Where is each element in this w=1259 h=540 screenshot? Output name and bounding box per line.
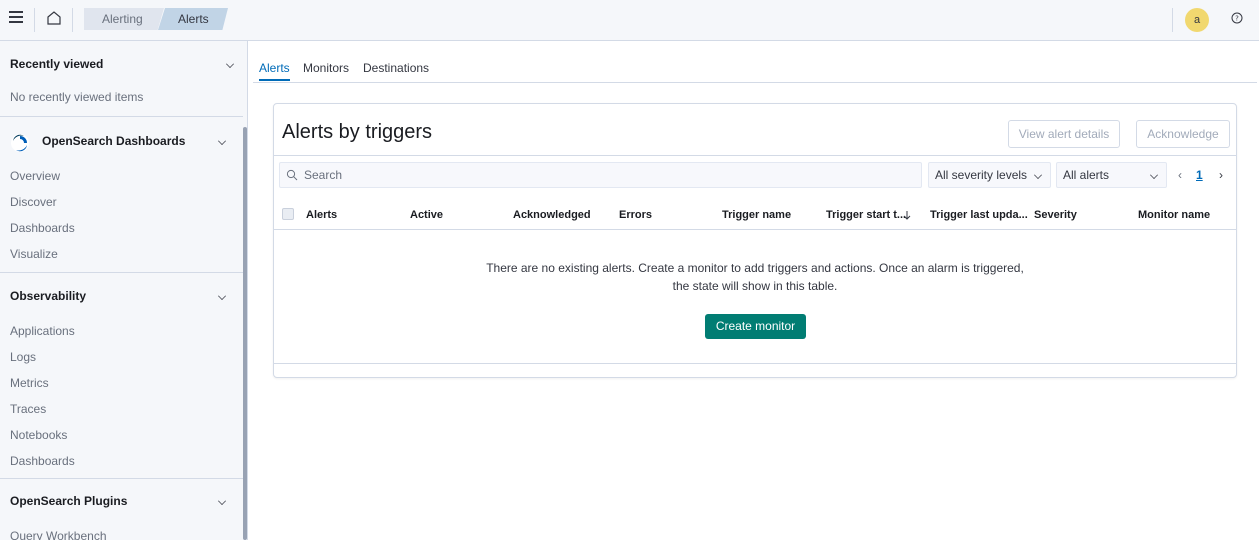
- search-bar[interactable]: [279, 162, 922, 188]
- column-severity[interactable]: Severity: [1034, 209, 1077, 221]
- tabs-divider: [253, 82, 1257, 83]
- table-footer-divider: [274, 363, 1236, 364]
- column-errors[interactable]: Errors: [619, 209, 652, 221]
- column-trigger-name[interactable]: Trigger name: [722, 209, 791, 221]
- severity-select[interactable]: All severity levels: [928, 162, 1051, 188]
- nav-applications[interactable]: Applications: [10, 323, 75, 339]
- observability-title: Observability: [10, 289, 87, 303]
- view-alert-details-button[interactable]: View alert details: [1008, 120, 1120, 148]
- nav-discover[interactable]: Discover: [10, 194, 57, 210]
- opensearch-dashboards-title: OpenSearch Dashboards: [42, 134, 186, 148]
- next-page-icon[interactable]: ›: [1219, 166, 1223, 184]
- create-monitor-button[interactable]: Create monitor: [705, 314, 806, 339]
- divider: [0, 478, 243, 479]
- recently-viewed-header[interactable]: Recently viewed: [10, 54, 238, 74]
- svg-text:?: ?: [1235, 15, 1239, 23]
- page-number[interactable]: 1: [1196, 166, 1203, 184]
- nav-metrics[interactable]: Metrics: [10, 375, 49, 391]
- chevron-down-icon: [226, 60, 234, 68]
- alerts-panel: Alerts by triggers View alert details Ac…: [273, 103, 1237, 378]
- nav-traces[interactable]: Traces: [10, 401, 46, 417]
- header-divider: [72, 8, 73, 32]
- select-all-checkbox[interactable]: [282, 208, 294, 220]
- search-input[interactable]: [304, 166, 904, 184]
- breadcrumb-alerting[interactable]: Alerting: [84, 8, 164, 30]
- home-icon[interactable]: [46, 10, 62, 26]
- empty-state-line-1: There are no existing alerts. Create a m…: [486, 261, 1024, 275]
- menu-icon[interactable]: [9, 11, 23, 25]
- acknowledge-button[interactable]: Acknowledge: [1136, 120, 1230, 148]
- top-header: Alerting Alerts a ?: [0, 0, 1259, 41]
- chevron-down-icon: [1034, 171, 1042, 179]
- breadcrumb-alerts: Alerts: [158, 8, 228, 30]
- nav-notebooks[interactable]: Notebooks: [10, 427, 67, 443]
- nav-visualize[interactable]: Visualize: [10, 246, 58, 262]
- opensearch-logo-icon: [11, 134, 29, 152]
- column-monitor-name[interactable]: Monitor name: [1138, 209, 1210, 221]
- panel-title: Alerts by triggers: [282, 121, 433, 143]
- observability-header[interactable]: Observability: [10, 286, 238, 306]
- no-recent-items-text: No recently viewed items: [10, 90, 144, 104]
- sort-down-icon[interactable]: [902, 210, 912, 220]
- column-acknowledged[interactable]: Acknowledged: [513, 209, 591, 221]
- alert-state-select-value: All alerts: [1063, 168, 1110, 182]
- column-trigger-start-time[interactable]: Trigger start t...: [826, 209, 906, 221]
- panel-divider: [274, 155, 1236, 156]
- severity-select-value: All severity levels: [935, 168, 1028, 182]
- chevron-down-icon: [218, 137, 226, 145]
- tab-alerts[interactable]: Alerts: [259, 57, 290, 81]
- chevron-down-icon: [218, 292, 226, 300]
- chevron-down-icon: [218, 497, 226, 505]
- opensearch-plugins-header[interactable]: OpenSearch Plugins: [10, 491, 238, 511]
- empty-state-line-2: the state will show in this table.: [672, 279, 838, 293]
- help-icon[interactable]: ?: [1231, 12, 1243, 24]
- header-divider: [34, 8, 35, 32]
- nav-dashboards[interactable]: Dashboards: [10, 220, 75, 236]
- chevron-down-icon: [1150, 171, 1158, 179]
- opensearch-plugins-title: OpenSearch Plugins: [10, 494, 128, 508]
- nav-overview[interactable]: Overview: [10, 168, 60, 184]
- divider: [0, 116, 243, 117]
- sidebar-scrollbar[interactable]: [243, 127, 247, 540]
- avatar[interactable]: a: [1185, 8, 1209, 32]
- header-divider: [1172, 8, 1173, 32]
- tab-destinations[interactable]: Destinations: [363, 57, 429, 79]
- nav-query-workbench[interactable]: Query Workbench: [10, 528, 107, 540]
- nav-observability-dashboards[interactable]: Dashboards: [10, 453, 75, 469]
- previous-page-icon[interactable]: ‹: [1178, 166, 1182, 184]
- side-nav: Recently viewed No recently viewed items…: [0, 41, 248, 540]
- recently-viewed-title: Recently viewed: [10, 57, 104, 71]
- column-active[interactable]: Active: [410, 209, 443, 221]
- table-header-divider: [274, 229, 1236, 230]
- opensearch-dashboards-header[interactable]: OpenSearch Dashboards: [42, 131, 238, 151]
- search-icon: [286, 169, 298, 181]
- divider: [0, 272, 243, 273]
- nav-logs[interactable]: Logs: [10, 349, 36, 365]
- empty-state-message: There are no existing alerts. Create a m…: [274, 259, 1236, 295]
- tab-monitors[interactable]: Monitors: [303, 57, 349, 79]
- alert-state-select[interactable]: All alerts: [1056, 162, 1167, 188]
- column-alerts[interactable]: Alerts: [306, 209, 337, 221]
- column-trigger-last-updated[interactable]: Trigger last upda...: [930, 209, 1028, 221]
